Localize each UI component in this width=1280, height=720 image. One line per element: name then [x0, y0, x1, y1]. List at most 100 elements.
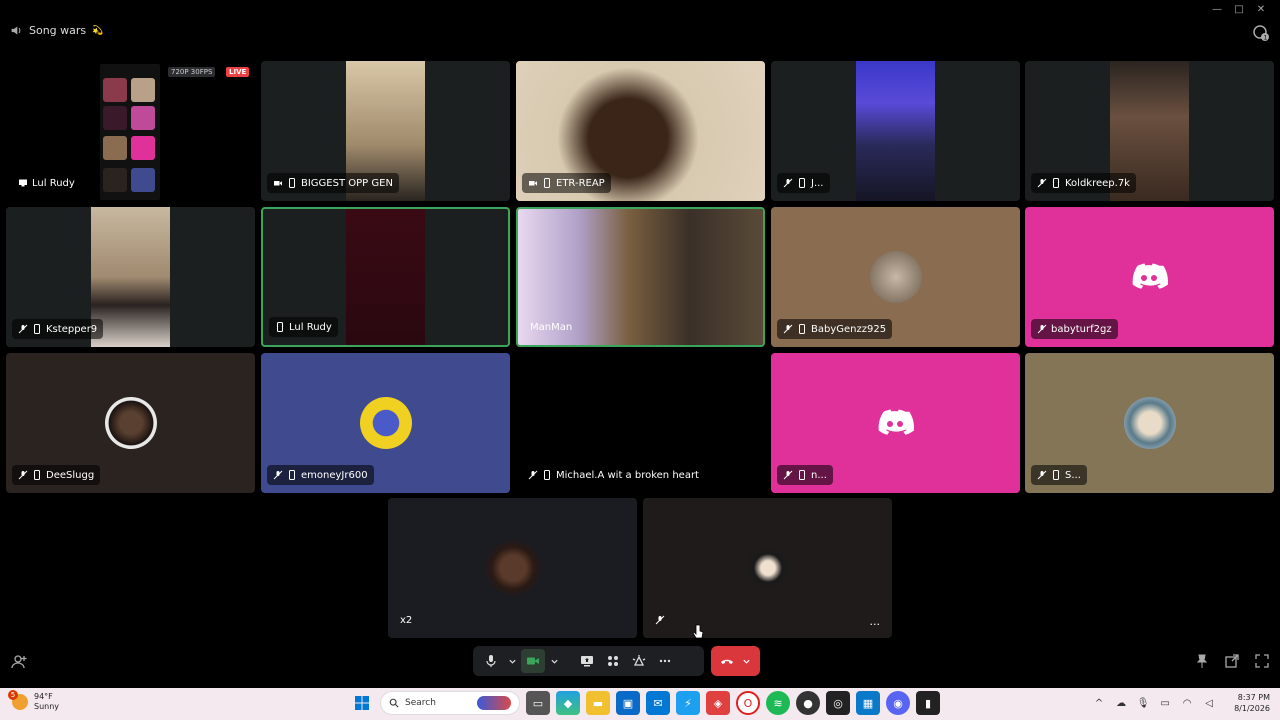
participant-tile-speaking[interactable]: ManMan — [516, 207, 765, 347]
participant-name: Michael.A wit a broken heart — [556, 469, 699, 481]
camera-icon — [527, 657, 539, 665]
avatar — [359, 397, 412, 449]
store-icon[interactable]: ▣ — [616, 691, 640, 715]
video-icon — [273, 178, 283, 188]
close-icon[interactable]: ✕ — [1250, 2, 1272, 16]
file-explorer-icon[interactable]: ▬ — [586, 691, 610, 715]
maximize-icon[interactable]: □ — [1228, 2, 1250, 16]
more-options-button[interactable] — [653, 649, 677, 673]
chevron-down-icon[interactable] — [742, 657, 751, 666]
discord-call-window: — □ ✕ Song wars 💫 1 Lul Rudy 720P 30FPS … — [0, 0, 1280, 720]
spotify-icon[interactable]: ≋ — [766, 691, 790, 715]
preview-thumb — [131, 136, 155, 160]
invite-icon[interactable] — [11, 654, 27, 670]
participant-tile[interactable]: BIGGEST OPP GEN — [261, 61, 510, 201]
participant-name: ManMan — [530, 321, 573, 333]
phone-icon — [32, 470, 42, 480]
clock[interactable]: 8:37 PM 8/1/2026 — [1234, 692, 1270, 714]
soundboard-button[interactable] — [627, 649, 651, 673]
display-icon[interactable]: ▭ — [1158, 696, 1172, 710]
view-controls — [1194, 653, 1270, 669]
participant-tile[interactable]: emoneyJr600 — [261, 353, 510, 493]
participant-tile[interactable]: ETR-REAP — [516, 61, 765, 201]
volume-icon[interactable]: ◁ — [1202, 696, 1216, 710]
discord-taskbar-icon[interactable]: ◉ — [886, 691, 910, 715]
muted-mic-icon — [783, 324, 793, 334]
participant-name: J... — [811, 177, 824, 189]
participant-label: ETR-REAP — [522, 173, 611, 193]
participant-tile[interactable]: BabyGenzz925 — [771, 207, 1020, 347]
preview-thumb — [103, 168, 127, 192]
share-screen-button[interactable] — [575, 649, 599, 673]
participant-label: Michael.A wit a broken heart — [522, 465, 705, 485]
participant-name: BIGGEST OPP GEN — [301, 177, 393, 189]
camera-options-button[interactable] — [547, 649, 561, 673]
muted-mic-icon — [1037, 178, 1047, 188]
microphone-button[interactable] — [479, 649, 503, 673]
participant-tile[interactable]: Michael.A wit a broken heart — [516, 353, 765, 493]
participant-name: n... — [811, 469, 827, 481]
svg-text:1: 1 — [1264, 35, 1268, 42]
more-icon — [659, 659, 671, 663]
chevron-up-icon[interactable]: ^ — [1092, 696, 1106, 710]
phone-icon — [32, 324, 42, 334]
participant-tile[interactable]: J... — [771, 61, 1020, 201]
participant-label: emoneyJr600 — [267, 465, 374, 485]
preview-thumb — [103, 106, 127, 130]
sun-icon: 5 — [8, 690, 28, 710]
hang-up-icon — [721, 659, 733, 664]
brave-icon[interactable]: ◈ — [706, 691, 730, 715]
preview-thumb — [103, 136, 127, 160]
more-options-button[interactable]: ... — [870, 615, 881, 628]
chevron-down-icon — [550, 659, 558, 664]
activity-icon[interactable]: 1 — [1252, 24, 1270, 42]
mic-options-button[interactable] — [505, 649, 519, 673]
app-icon[interactable]: ▦ — [856, 691, 880, 715]
wifi-icon[interactable]: ◠ — [1180, 696, 1194, 710]
search-placeholder: Search — [405, 698, 436, 708]
pin-icon[interactable] — [1194, 653, 1210, 669]
search-icon — [389, 698, 399, 708]
participant-label: J... — [777, 173, 830, 193]
pop-out-icon[interactable] — [1224, 653, 1240, 669]
participant-tile[interactable]: S... — [1025, 353, 1274, 493]
app-icon[interactable]: ◎ — [826, 691, 850, 715]
camera-button[interactable] — [521, 649, 545, 673]
preview-thumb — [103, 78, 127, 102]
participant-tile[interactable]: n... — [771, 353, 1020, 493]
participant-name: ETR-REAP — [556, 177, 605, 189]
participant-tile[interactable]: Koldkreep.7k — [1025, 61, 1274, 201]
cloud-icon[interactable]: ☁ — [1114, 696, 1128, 710]
microphone-icon[interactable]: 🎙 — [1136, 696, 1150, 710]
outlook-icon[interactable]: ✉ — [646, 691, 670, 715]
participant-tile[interactable]: x2 — [388, 498, 637, 638]
soundboard-icon — [632, 655, 646, 666]
participant-name: emoneyJr600 — [301, 469, 368, 481]
stream-preview[interactable] — [100, 64, 160, 200]
app-icon[interactable]: ● — [796, 691, 820, 715]
activities-button[interactable] — [601, 649, 625, 673]
call-control-bar — [473, 646, 704, 676]
participant-tile[interactable]: DeeSlugg — [6, 353, 255, 493]
disconnect-button[interactable] — [711, 646, 760, 676]
weather-widget[interactable]: 5 94°F Sunny — [8, 690, 59, 712]
task-view-icon[interactable]: ▭ — [526, 691, 550, 715]
copilot-icon[interactable]: ◆ — [556, 691, 580, 715]
audio-visualizer-icon[interactable]: ▮ — [916, 691, 940, 715]
channel-emoji: 💫 — [92, 25, 104, 36]
stream-quality-badge: 720P 30FPS — [168, 67, 216, 77]
participant-tile[interactable]: Kstepper9 — [6, 207, 255, 347]
phone-icon — [797, 470, 807, 480]
participant-tile[interactable]: ... — [643, 498, 892, 638]
fullscreen-icon[interactable] — [1254, 653, 1270, 669]
avatar — [482, 538, 543, 598]
opera-icon[interactable]: O — [736, 691, 760, 715]
windows-start-icon[interactable] — [350, 691, 374, 715]
taskbar-search[interactable]: Search — [380, 691, 520, 715]
discord-logo-icon — [878, 409, 914, 435]
participant-tile[interactable]: babyturf2gz — [1025, 207, 1274, 347]
minimize-icon[interactable]: — — [1206, 2, 1228, 16]
app-icon[interactable]: ⚡ — [676, 691, 700, 715]
participant-tile-speaking[interactable]: Lul Rudy — [261, 207, 510, 347]
mouse-cursor-icon — [692, 624, 704, 639]
